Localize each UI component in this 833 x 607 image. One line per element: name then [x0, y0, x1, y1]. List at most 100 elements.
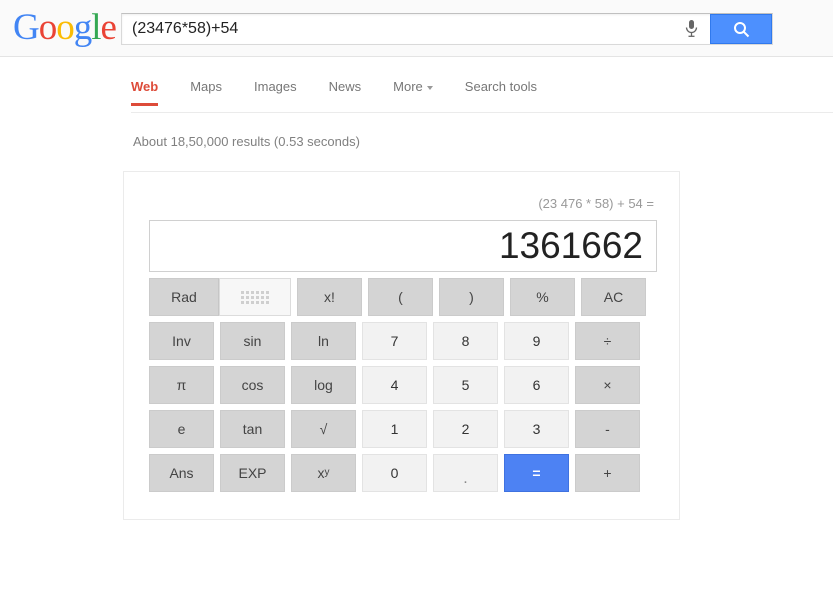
logo-letter-o-yellow: o	[56, 7, 74, 48]
key-equals[interactable]: =	[504, 454, 569, 492]
tab-more-label: More	[393, 79, 423, 94]
key-keypad-toggle[interactable]	[219, 278, 291, 316]
key-sin-label: sin	[243, 333, 262, 349]
key-4-label: 4	[390, 377, 399, 393]
tab-news-label: News	[328, 79, 362, 94]
tab-more[interactable]: More	[393, 79, 433, 106]
nav-tabs: Web Maps Images News More Search tools	[131, 79, 569, 106]
key-power-label: x	[317, 465, 325, 481]
key-sqrt-label: √	[319, 421, 328, 437]
key-8-label: 8	[461, 333, 470, 349]
key-cos-label: cos	[241, 377, 264, 393]
search-submit-button[interactable]	[710, 14, 772, 44]
nav-divider	[131, 112, 833, 113]
key-3[interactable]: 3	[504, 410, 569, 448]
logo-letter-e-red: e	[100, 7, 117, 48]
key-4[interactable]: 4	[362, 366, 427, 404]
calculator-keypad: Rad x! ( ) % AC Inv sin ln 7 8 9 ÷ π cos…	[149, 278, 657, 498]
key-5[interactable]: 5	[433, 366, 498, 404]
keypad-row: Inv sin ln 7 8 9 ÷	[149, 322, 657, 360]
calculator-card: (23 476 * 58) + 54 = 1361662 Rad x! () …	[123, 171, 680, 520]
key-3-label: 3	[532, 421, 541, 437]
key-open-paren[interactable]: (	[368, 278, 433, 316]
keypad-row: e tan √ 1 2 3 -	[149, 410, 657, 448]
key-e-label: e	[177, 421, 186, 437]
key-log[interactable]: log	[291, 366, 356, 404]
keypad-grid-icon	[241, 290, 269, 304]
voice-search-button[interactable]	[673, 14, 709, 44]
tab-maps-label: Maps	[190, 79, 223, 94]
key-2[interactable]: 2	[433, 410, 498, 448]
tab-web[interactable]: Web	[131, 79, 159, 106]
key-close-paren[interactable]: )	[439, 278, 504, 316]
key-percent-label: %	[536, 289, 549, 305]
key-multiply-label: ×	[603, 377, 612, 393]
key-9[interactable]: 9	[504, 322, 569, 360]
key-pi[interactable]: π	[149, 366, 214, 404]
key-1[interactable]: 1	[362, 410, 427, 448]
key-minus[interactable]: -	[575, 410, 640, 448]
key-7[interactable]: 7	[362, 322, 427, 360]
logo-letter-g-blue: G	[13, 7, 40, 48]
microphone-icon	[685, 20, 697, 37]
key-log-label: log	[314, 377, 333, 393]
key-exp-label: EXP	[238, 465, 267, 481]
key-6[interactable]: 6	[504, 366, 569, 404]
key-sqrt[interactable]: √	[291, 410, 356, 448]
logo-letter-l-green: l	[91, 7, 101, 48]
key-ans[interactable]: Ans	[149, 454, 214, 492]
page-header: Google	[0, 0, 833, 57]
calculator-display[interactable]: 1361662	[149, 220, 657, 272]
tab-images[interactable]: Images	[254, 79, 297, 106]
tab-web-label: Web	[131, 79, 159, 94]
search-input[interactable]	[122, 14, 682, 44]
key-tan-label: tan	[242, 421, 263, 437]
key-rad-deg-toggle[interactable]: Rad	[149, 278, 219, 316]
key-percent[interactable]: %	[510, 278, 575, 316]
search-box	[121, 13, 773, 45]
keypad-row: Rad x! ( ) % AC	[149, 278, 657, 316]
key-all-clear[interactable]: AC	[581, 278, 646, 316]
key-inv-label: Inv	[172, 333, 191, 349]
key-cos[interactable]: cos	[220, 366, 285, 404]
key-0-label: 0	[390, 465, 399, 481]
key-plus[interactable]: +	[575, 454, 640, 492]
calculator-expression: (23 476 * 58) + 54 =	[538, 196, 654, 211]
key-tan[interactable]: tan	[220, 410, 285, 448]
key-ln[interactable]: ln	[291, 322, 356, 360]
key-decimal-point[interactable]: .	[433, 454, 498, 492]
search-icon	[733, 21, 749, 37]
key-6-label: 6	[532, 377, 541, 393]
key-equals-label: =	[532, 465, 541, 481]
key-power[interactable]: xy	[291, 454, 356, 492]
key-multiply[interactable]: ×	[575, 366, 640, 404]
key-close-paren-label: )	[469, 289, 474, 305]
key-minus-label: -	[605, 421, 610, 437]
keypad-row: Ans EXP xy 0 . = +	[149, 454, 657, 492]
tab-news[interactable]: News	[329, 79, 362, 106]
key-all-clear-label: AC	[603, 289, 624, 305]
key-divide-label: ÷	[603, 333, 612, 349]
key-power-exponent: y	[324, 467, 330, 478]
key-5-label: 5	[461, 377, 470, 393]
calculator-result: 1361662	[498, 225, 643, 266]
tab-images-label: Images	[254, 79, 297, 94]
tab-search-tools[interactable]: Search tools	[465, 79, 537, 106]
key-inv[interactable]: Inv	[149, 322, 214, 360]
tab-maps[interactable]: Maps	[190, 79, 222, 106]
logo-letter-g-blue-2: g	[73, 7, 92, 48]
key-sin[interactable]: sin	[220, 322, 285, 360]
result-stats: About 18,50,000 results (0.53 seconds)	[133, 134, 360, 149]
key-ans-label: Ans	[169, 465, 194, 481]
google-logo[interactable]: Google	[13, 7, 117, 48]
key-exp[interactable]: EXP	[220, 454, 285, 492]
chevron-down-icon	[426, 85, 433, 90]
key-8[interactable]: 8	[433, 322, 498, 360]
key-e[interactable]: e	[149, 410, 214, 448]
key-divide[interactable]: ÷	[575, 322, 640, 360]
key-factorial[interactable]: x!	[297, 278, 362, 316]
key-2-label: 2	[461, 421, 470, 437]
key-0[interactable]: 0	[362, 454, 427, 492]
key-rad-label: Rad	[171, 289, 197, 305]
key-open-paren-label: (	[398, 289, 403, 305]
